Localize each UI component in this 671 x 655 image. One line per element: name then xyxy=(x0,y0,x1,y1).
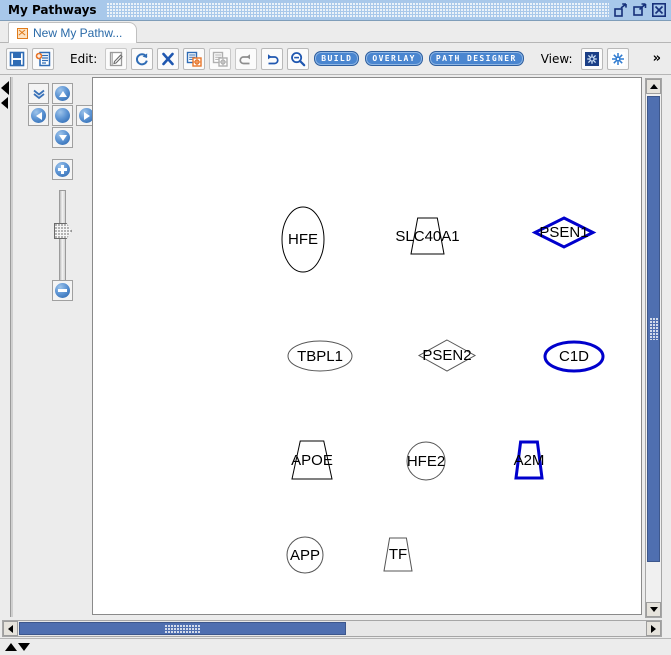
node-label: C1D xyxy=(558,348,589,365)
expand-left-icon[interactable] xyxy=(1,97,8,109)
main-area: HFE SLC40A1 PSEN1 TBPL1 PSEN2 C1D APOE HFE2 A2M A… xyxy=(0,75,671,618)
scroll-thumb-grip xyxy=(164,625,201,634)
node-label: APP xyxy=(289,546,320,564)
window-controls xyxy=(613,3,671,18)
layout-view-icon[interactable] xyxy=(606,47,629,70)
plus-icon xyxy=(55,162,70,177)
panel-divider xyxy=(10,77,13,617)
node-label: TF xyxy=(388,546,408,563)
node-label: SLC40A1 xyxy=(395,227,460,245)
zoom-out-button[interactable] xyxy=(52,280,73,301)
panel-collapse-column xyxy=(0,77,13,617)
edit-note-icon[interactable] xyxy=(105,47,128,70)
pathway-node[interactable]: TF xyxy=(383,537,413,572)
redo-icon[interactable] xyxy=(261,47,284,70)
horizontal-scroll-thumb[interactable] xyxy=(19,622,346,635)
nav-up-button[interactable] xyxy=(52,83,73,104)
overlay-button[interactable]: OVERLAY xyxy=(365,51,423,66)
tab-new-my-pathway[interactable]: New My Pathw... xyxy=(8,22,138,43)
save-icon[interactable] xyxy=(6,47,28,70)
tab-strip: New My Pathw... xyxy=(0,21,671,43)
pathway-node[interactable]: APP xyxy=(286,536,324,574)
navigator-panel xyxy=(14,75,97,615)
node-label: HFE2 xyxy=(406,452,446,470)
window-title: My Pathways xyxy=(8,3,97,17)
resize-up-icon[interactable] xyxy=(5,643,17,651)
nav-left-button[interactable] xyxy=(28,105,49,126)
fit-view-icon[interactable] xyxy=(580,47,603,70)
pathway-canvas[interactable]: HFE SLC40A1 PSEN1 TBPL1 PSEN2 C1D APOE HFE2 A2M A… xyxy=(92,77,642,615)
pathway-node[interactable]: HFE xyxy=(281,206,325,273)
arrow-down-icon xyxy=(55,130,70,145)
pathway-node[interactable]: C1D xyxy=(543,340,605,373)
pathway-node[interactable]: SLC40A1 xyxy=(395,217,460,255)
vertical-scroll-thumb[interactable] xyxy=(647,96,660,562)
restore-button[interactable] xyxy=(613,3,628,18)
node-label: A2M xyxy=(513,451,545,469)
application-window: My Pathways New My Pathw... Edit: BUILD … xyxy=(0,0,671,655)
node-label: TBPL1 xyxy=(297,347,343,365)
pathway-node[interactable]: PSEN1 xyxy=(531,216,597,249)
zoom-in-button[interactable] xyxy=(52,159,73,180)
node-label: APOE xyxy=(291,451,333,469)
copy-nodes-icon[interactable] xyxy=(183,47,206,70)
toolbar: Edit: BUILD OVERLAY PATH DESIGNER View: … xyxy=(0,43,671,75)
edit-label: Edit: xyxy=(70,51,98,66)
pathway-node[interactable]: PSEN2 xyxy=(417,339,477,372)
vertical-scrollbar[interactable] xyxy=(645,78,662,618)
toolbar-overflow-button[interactable]: » xyxy=(653,51,667,66)
pathway-node[interactable]: A2M xyxy=(514,440,544,480)
center-dot-icon xyxy=(55,108,70,123)
delete-icon[interactable] xyxy=(157,47,180,70)
pathway-node[interactable]: APOE xyxy=(291,440,333,480)
chevrons-down-icon xyxy=(32,89,45,99)
resize-down-icon[interactable] xyxy=(18,643,30,651)
maximize-button[interactable] xyxy=(632,3,647,18)
minus-icon xyxy=(55,283,70,298)
refresh-icon[interactable] xyxy=(131,47,154,70)
undo-icon[interactable] xyxy=(235,47,258,70)
zoom-slider-thumb[interactable] xyxy=(54,223,72,239)
scroll-up-button[interactable] xyxy=(646,79,661,94)
save-as-icon[interactable] xyxy=(32,47,54,70)
close-button[interactable] xyxy=(651,3,666,18)
horizontal-scrollbar[interactable] xyxy=(2,620,662,637)
node-label: PSEN1 xyxy=(539,224,589,241)
pathway-node[interactable]: HFE2 xyxy=(406,441,446,481)
scroll-thumb-grip xyxy=(650,318,659,340)
status-bar xyxy=(0,638,671,655)
status-resize-controls xyxy=(0,643,30,651)
title-bar-grip xyxy=(106,3,609,17)
arrow-left-icon xyxy=(31,108,46,123)
nav-down-button[interactable] xyxy=(52,127,73,148)
path-designer-button[interactable]: PATH DESIGNER xyxy=(428,51,524,66)
pathway-icon xyxy=(17,27,28,39)
title-bar: My Pathways xyxy=(0,0,671,21)
node-label: PSEN2 xyxy=(422,347,472,364)
arrow-up-icon xyxy=(55,86,70,101)
scroll-right-button[interactable] xyxy=(646,621,661,636)
view-label: View: xyxy=(540,51,573,66)
nav-center-button[interactable] xyxy=(52,105,73,126)
node-label: HFE xyxy=(288,231,318,248)
scroll-left-button[interactable] xyxy=(3,621,18,636)
paste-nodes-icon[interactable] xyxy=(209,47,232,70)
tab-label: New My Pathw... xyxy=(33,26,123,40)
build-button[interactable]: BUILD xyxy=(314,51,360,66)
nav-collapse-button[interactable] xyxy=(28,83,49,104)
scroll-down-button[interactable] xyxy=(646,602,661,617)
collapse-left-icon[interactable] xyxy=(1,81,9,95)
zoom-out-icon[interactable] xyxy=(287,47,310,70)
pathway-node[interactable]: TBPL1 xyxy=(287,340,353,372)
